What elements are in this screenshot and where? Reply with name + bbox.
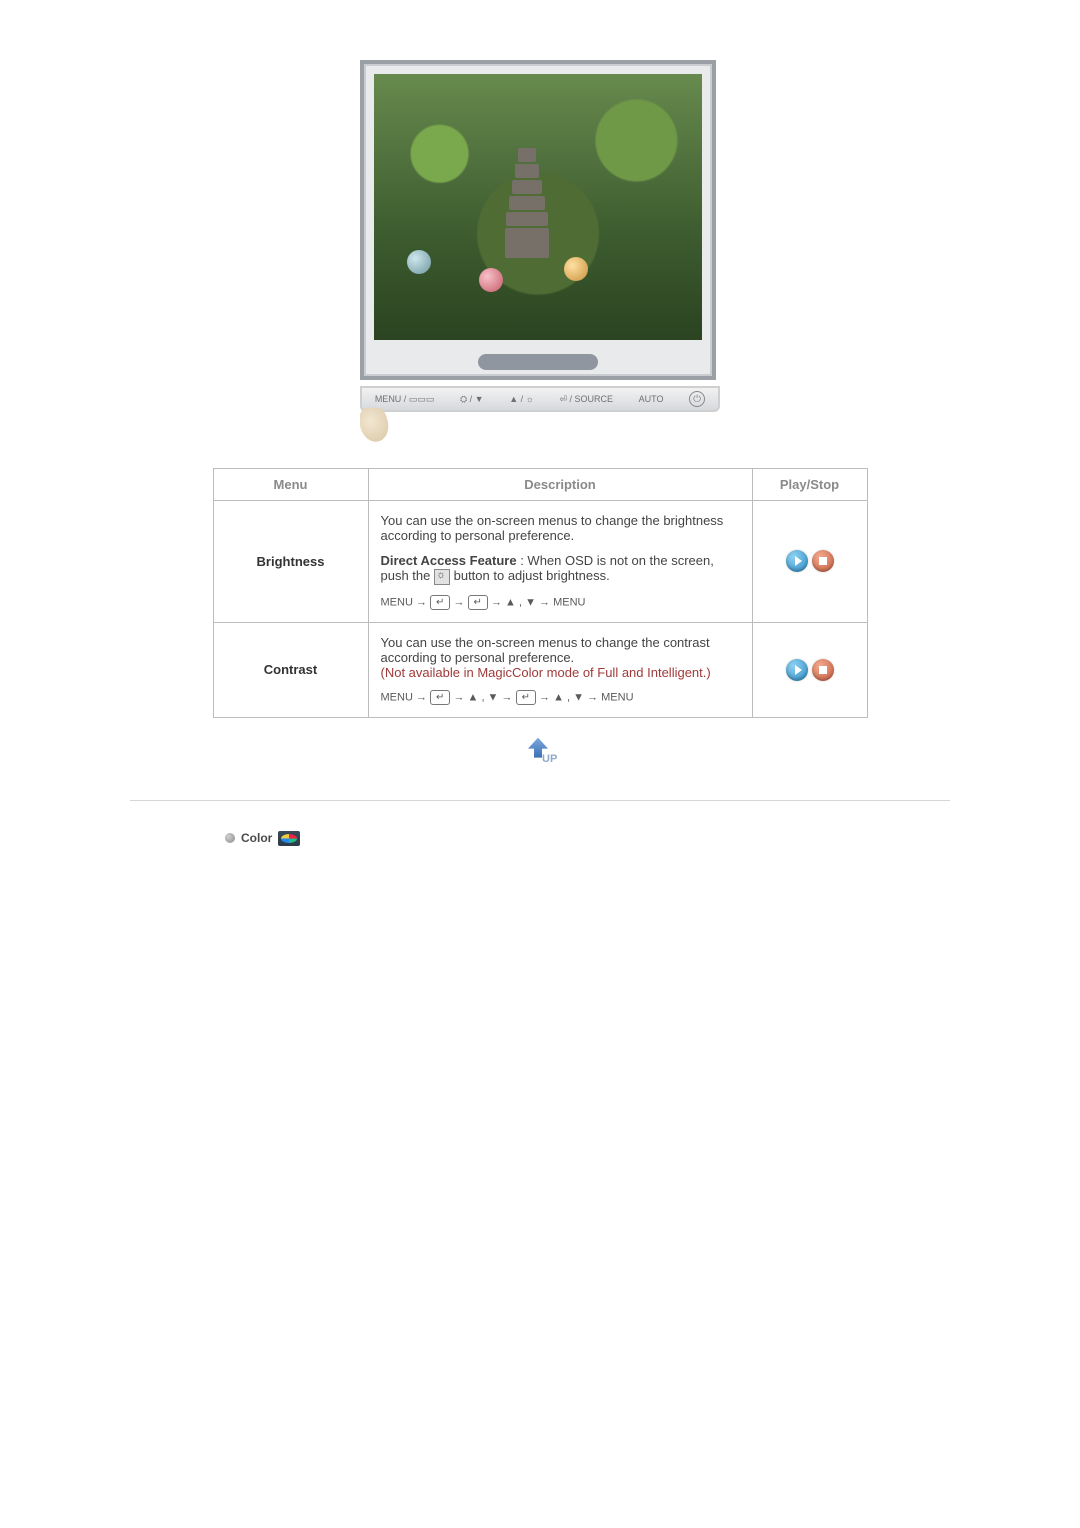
color-icon [278,831,300,846]
btn-menu: MENU / ▭▭▭ [375,394,435,405]
monitor-screen [374,74,702,340]
table-header-row: Menu Description Play/Stop [213,469,867,501]
osd-table: Menu Description Play/Stop Brightness Yo… [213,468,868,718]
page: MENU / ▭▭▭ ⛭ / ▼ ▲ / ☼ ⏎ / SOURCE AUTO ⏻… [130,0,950,866]
monitor-bezel [360,60,716,380]
brightness-text2: Direct Access Feature : When OSD is not … [381,553,740,585]
pagoda-icon [505,146,549,266]
menu-brightness: Brightness [213,501,368,623]
seq-text: → [450,596,467,608]
enter-key-icon: ↵ [430,595,450,610]
btn-up: ▲ / ☼ [509,394,534,404]
section-divider [130,800,950,801]
play-button[interactable] [786,659,808,681]
bullet-icon [225,833,235,843]
monitor-stand-bar [478,354,598,370]
hand-pointer [360,408,416,448]
playstop-brightness [752,501,867,623]
stop-button[interactable] [812,550,834,572]
btn-auto: AUTO [639,394,664,404]
brightness-icon [434,569,450,585]
seq-text: MENU → [381,596,431,608]
lantern-blue [407,250,431,274]
seq-text: → ▲ , ▼ → [450,691,515,703]
direct-access-label: Direct Access Feature [381,553,517,568]
play-button[interactable] [786,550,808,572]
col-playstop: Play/Stop [752,469,867,501]
btn-down: ⛭ / ▼ [460,394,484,405]
table-row: Brightness You can use the on-screen men… [213,501,867,623]
brightness-sequence: MENU → ↵ → ↵ → ▲ , ▼ → MENU [381,595,740,610]
btn-source: ⏎ / SOURCE [559,394,613,405]
seq-text: → ▲ , ▼ → MENU [488,596,586,608]
col-menu: Menu [213,469,368,501]
seq-text: → ▲ , ▼ → MENU [536,691,634,703]
menu-contrast: Contrast [213,622,368,717]
table-row: Contrast You can use the on-screen menus… [213,622,867,717]
col-description: Description [368,469,752,501]
enter-key-icon: ↵ [468,595,488,610]
enter-key-icon: ↵ [430,690,450,705]
stop-button[interactable] [812,659,834,681]
brightness-text2c: button to adjust brightness. [450,568,610,583]
scroll-up-link[interactable]: UP [520,738,560,770]
contrast-note: (Not available in MagicColor mode of Ful… [381,665,740,680]
section-color-header: Color [225,831,950,846]
monitor-illustration: MENU / ▭▭▭ ⛭ / ▼ ▲ / ☼ ⏎ / SOURCE AUTO ⏻ [360,60,720,448]
brightness-text1: You can use the on-screen menus to chang… [381,513,740,543]
desc-contrast: You can use the on-screen menus to chang… [368,622,752,717]
power-icon: ⏻ [689,391,705,407]
section-title: Color [241,831,272,845]
playstop-contrast [752,622,867,717]
seq-text: MENU → [381,691,431,703]
contrast-sequence: MENU → ↵ → ▲ , ▼ → ↵ → ▲ , ▼ → MENU [381,690,740,705]
up-label: UP [542,753,557,765]
desc-brightness: You can use the on-screen menus to chang… [368,501,752,623]
enter-key-icon: ↵ [516,690,536,705]
contrast-text1: You can use the on-screen menus to chang… [381,635,740,665]
lantern-pink [479,268,503,292]
